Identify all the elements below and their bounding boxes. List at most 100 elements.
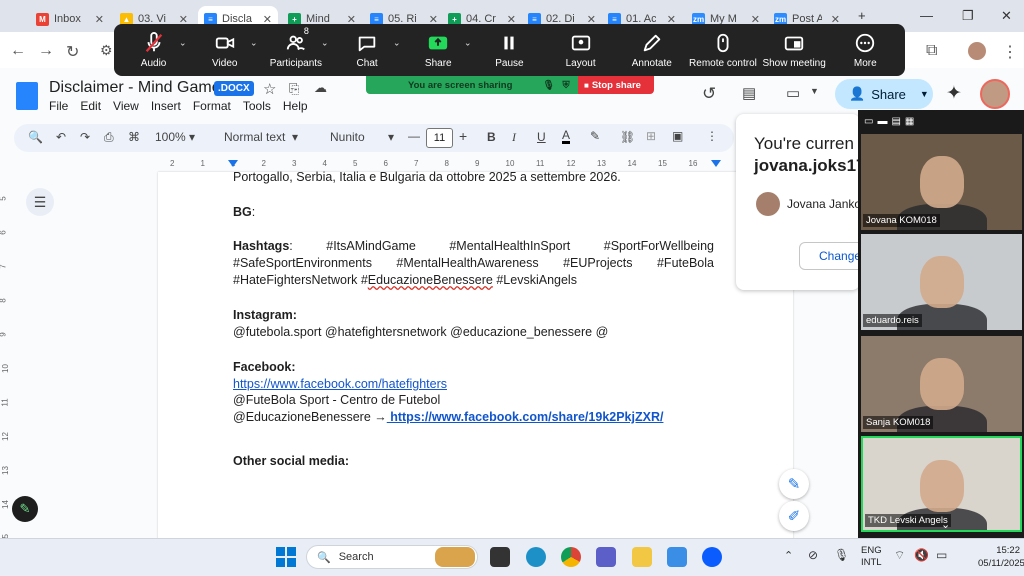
participants-button[interactable]: 8 ⌃ Participants: [261, 26, 331, 69]
layout-button[interactable]: Layout: [546, 32, 616, 69]
hashtags-line-3[interactable]: #HateFightersNetwork #EducazioneBenesser…: [233, 273, 577, 287]
photos-icon[interactable]: [667, 547, 687, 567]
hashtags-line-2[interactable]: #SafeSportEnvironments #MentalHealthAwar…: [233, 256, 714, 270]
annotate-button[interactable]: Annotate: [617, 32, 687, 69]
menu-insert[interactable]: Insert: [151, 99, 181, 113]
gallery-scroll-down-icon[interactable]: ⌄: [941, 518, 950, 531]
meet-icon[interactable]: ▭: [786, 84, 800, 102]
text-color-icon[interactable]: A: [562, 129, 571, 144]
search-menus-icon[interactable]: 🔍: [28, 130, 43, 144]
link-icon[interactable]: ⛓: [620, 130, 635, 144]
italic-icon[interactable]: I: [512, 130, 516, 145]
highlight-icon[interactable]: ✎: [590, 129, 600, 143]
zoom-select[interactable]: 100% ▾: [155, 130, 195, 144]
show-meeting-button[interactable]: Show meeting: [759, 32, 829, 69]
wifi-icon[interactable]: ⌔: [894, 548, 905, 563]
print-icon[interactable]: ⎙: [104, 130, 114, 145]
facebook-educazione[interactable]: @EducazioneBenessere → https://www.faceb…: [233, 410, 663, 424]
meet-dropdown-icon[interactable]: ▼: [810, 86, 819, 96]
move-folder-icon[interactable]: ⎘: [289, 81, 299, 97]
battery-icon[interactable]: ▭: [936, 548, 947, 562]
decrease-font-icon[interactable]: —: [408, 129, 420, 143]
gemini-icon[interactable]: ✦: [946, 82, 962, 105]
profile-avatar[interactable]: [968, 42, 986, 60]
taskbar-clock[interactable]: 15:22 05/11/2025: [978, 544, 1024, 570]
menu-edit[interactable]: Edit: [80, 99, 101, 113]
teams-icon[interactable]: [596, 547, 616, 567]
site-info-icon[interactable]: ⚙: [100, 42, 113, 59]
participant-tile[interactable]: Jovana KOM018: [861, 134, 1022, 230]
menu-tools[interactable]: Tools: [243, 99, 271, 113]
insert-image-icon[interactable]: ▣: [672, 129, 683, 143]
more-button[interactable]: More: [830, 32, 900, 69]
vertical-ruler[interactable]: 56789101112131415: [0, 172, 12, 543]
video-button[interactable]: ⌃ Video: [190, 32, 260, 69]
participant-tile[interactable]: Sanja KOM018: [861, 336, 1022, 432]
suggest-edit-icon[interactable]: ✐: [779, 501, 809, 531]
right-indent-marker[interactable]: [711, 160, 721, 167]
outline-icon[interactable]: ☰: [26, 188, 54, 216]
document-page[interactable]: [158, 172, 793, 539]
left-indent-marker[interactable]: [228, 160, 238, 167]
account-avatar[interactable]: [980, 79, 1010, 109]
underline-icon[interactable]: U: [537, 130, 546, 144]
participant-tile[interactable]: eduardo.reis: [861, 234, 1022, 330]
remote-control-button[interactable]: Remote control: [688, 32, 758, 69]
back-icon[interactable]: ←: [10, 42, 26, 60]
chevron-down-icon[interactable]: ⌃: [393, 36, 401, 47]
document-title[interactable]: Disclaimer - Mind Game: [49, 79, 221, 97]
camera-off-icon[interactable]: ⊘: [808, 548, 818, 562]
volume-muted-icon[interactable]: 🔇: [914, 548, 929, 562]
style-select[interactable]: Normal text ▾: [224, 130, 298, 144]
chevron-down-icon[interactable]: ⌃: [179, 36, 187, 47]
chat-button[interactable]: ⌃ Chat: [332, 32, 402, 69]
close-tab-icon[interactable]: ✕: [92, 13, 104, 26]
stop-share-button[interactable]: ■ Stop share: [578, 76, 654, 94]
comments-icon[interactable]: ▤: [742, 84, 756, 102]
reload-icon[interactable]: ↻: [66, 42, 79, 62]
bg-heading[interactable]: BG:: [233, 205, 255, 219]
menu-format[interactable]: Format: [193, 99, 231, 113]
change-account-button[interactable]: Change: [799, 242, 860, 270]
instagram-handles[interactable]: @futebola.sport @hatefightersnetwork @ed…: [233, 325, 608, 339]
audio-button[interactable]: ⌃ Audio: [119, 31, 189, 69]
facebook-heading[interactable]: Facebook:: [233, 360, 296, 374]
add-comment-icon[interactable]: ⊞: [646, 129, 656, 143]
edit-mode-icon[interactable]: ✎: [12, 496, 38, 522]
hashtags-line-1[interactable]: Hashtags: #ItsAMindGame #MentalHealthInS…: [233, 239, 714, 253]
instagram-heading[interactable]: Instagram:: [233, 308, 297, 322]
paint-format-icon[interactable]: ⌘: [128, 130, 140, 144]
misspelled-word[interactable]: EducazioneBenessere: [368, 273, 493, 287]
bold-icon[interactable]: B: [487, 130, 496, 144]
facebook-futebola[interactable]: @FuteBola Sport - Centro de Futebol: [233, 393, 440, 407]
gallery-view-icons[interactable]: ▭▬▤▦: [864, 116, 918, 127]
extensions-icon[interactable]: ⧉: [926, 42, 937, 60]
undo-icon[interactable]: ↶: [56, 130, 66, 144]
redo-icon[interactable]: ↷: [80, 130, 90, 144]
other-social-heading[interactable]: Other social media:: [233, 454, 349, 468]
chrome-icon[interactable]: [561, 547, 581, 567]
new-tab-button[interactable]: +: [858, 8, 866, 23]
mic-tray-icon[interactable]: 🎙: [834, 548, 849, 562]
pause-button[interactable]: Pause: [474, 32, 544, 69]
maximize-icon[interactable]: ❐: [962, 8, 974, 24]
close-window-icon[interactable]: ✕: [1001, 8, 1012, 24]
task-view-icon[interactable]: [490, 547, 510, 567]
file-explorer-icon[interactable]: [632, 547, 652, 567]
share-button[interactable]: ⌃ Share: [403, 32, 473, 69]
taskbar-search[interactable]: 🔍 Search: [306, 545, 478, 569]
chevron-down-icon[interactable]: ⌃: [250, 36, 258, 47]
minimize-icon[interactable]: —: [920, 8, 933, 23]
intro-text[interactable]: Portogallo, Serbia, Italia e Bulgaria da…: [233, 170, 621, 184]
tab-1[interactable]: M Inbox ✕: [30, 6, 110, 32]
facebook-share-link[interactable]: https://www.facebook.com/share/19k2PkjZX…: [387, 410, 663, 424]
zoom-app-icon[interactable]: [702, 547, 722, 567]
more-tools-icon[interactable]: ⋮: [706, 129, 718, 143]
menu-help[interactable]: Help: [283, 99, 308, 113]
language-indicator[interactable]: ENG INTL: [861, 545, 882, 569]
tray-overflow-icon[interactable]: ⌃: [784, 549, 793, 562]
browser-menu-icon[interactable]: ⋮: [1002, 42, 1018, 62]
share-dropdown-icon[interactable]: ▼: [920, 89, 929, 99]
increase-font-icon[interactable]: +: [459, 128, 467, 144]
menu-view[interactable]: View: [113, 99, 139, 113]
